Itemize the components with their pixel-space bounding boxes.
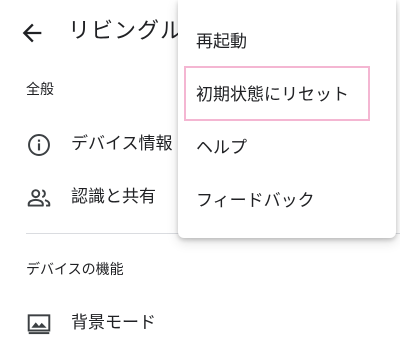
menu-item-label: ヘルプ xyxy=(196,138,247,158)
info-icon xyxy=(26,132,52,156)
menu-item-label: フィードバック xyxy=(196,191,315,211)
section-header-device-features: デバイスの機能 xyxy=(26,262,124,278)
menu-item-feedback[interactable]: フィードバック xyxy=(178,175,396,227)
ambient-mode-row[interactable]: 背景モード xyxy=(0,297,400,349)
ambient-mode-label: 背景モード xyxy=(71,313,156,333)
menu-item-factory-reset[interactable]: 初期状態にリセット xyxy=(178,69,396,121)
back-button[interactable] xyxy=(18,19,46,47)
menu-item-label: 初期状態にリセット xyxy=(196,85,349,105)
section-header-general: 全般 xyxy=(26,82,54,98)
overflow-menu: 再起動 初期状態にリセット ヘルプ フィードバック xyxy=(178,0,396,238)
menu-item-restart[interactable]: 再起動 xyxy=(178,16,396,68)
menu-item-label: 再起動 xyxy=(196,32,247,52)
people-icon xyxy=(26,185,52,209)
photo-frame-icon xyxy=(26,311,52,335)
arrow-back-icon xyxy=(22,23,42,43)
page-title: リビングル xyxy=(68,19,184,44)
menu-item-help[interactable]: ヘルプ xyxy=(178,122,396,174)
device-info-label: デバイス情報 xyxy=(71,134,173,154)
recognition-sharing-label: 認識と共有 xyxy=(71,187,156,207)
